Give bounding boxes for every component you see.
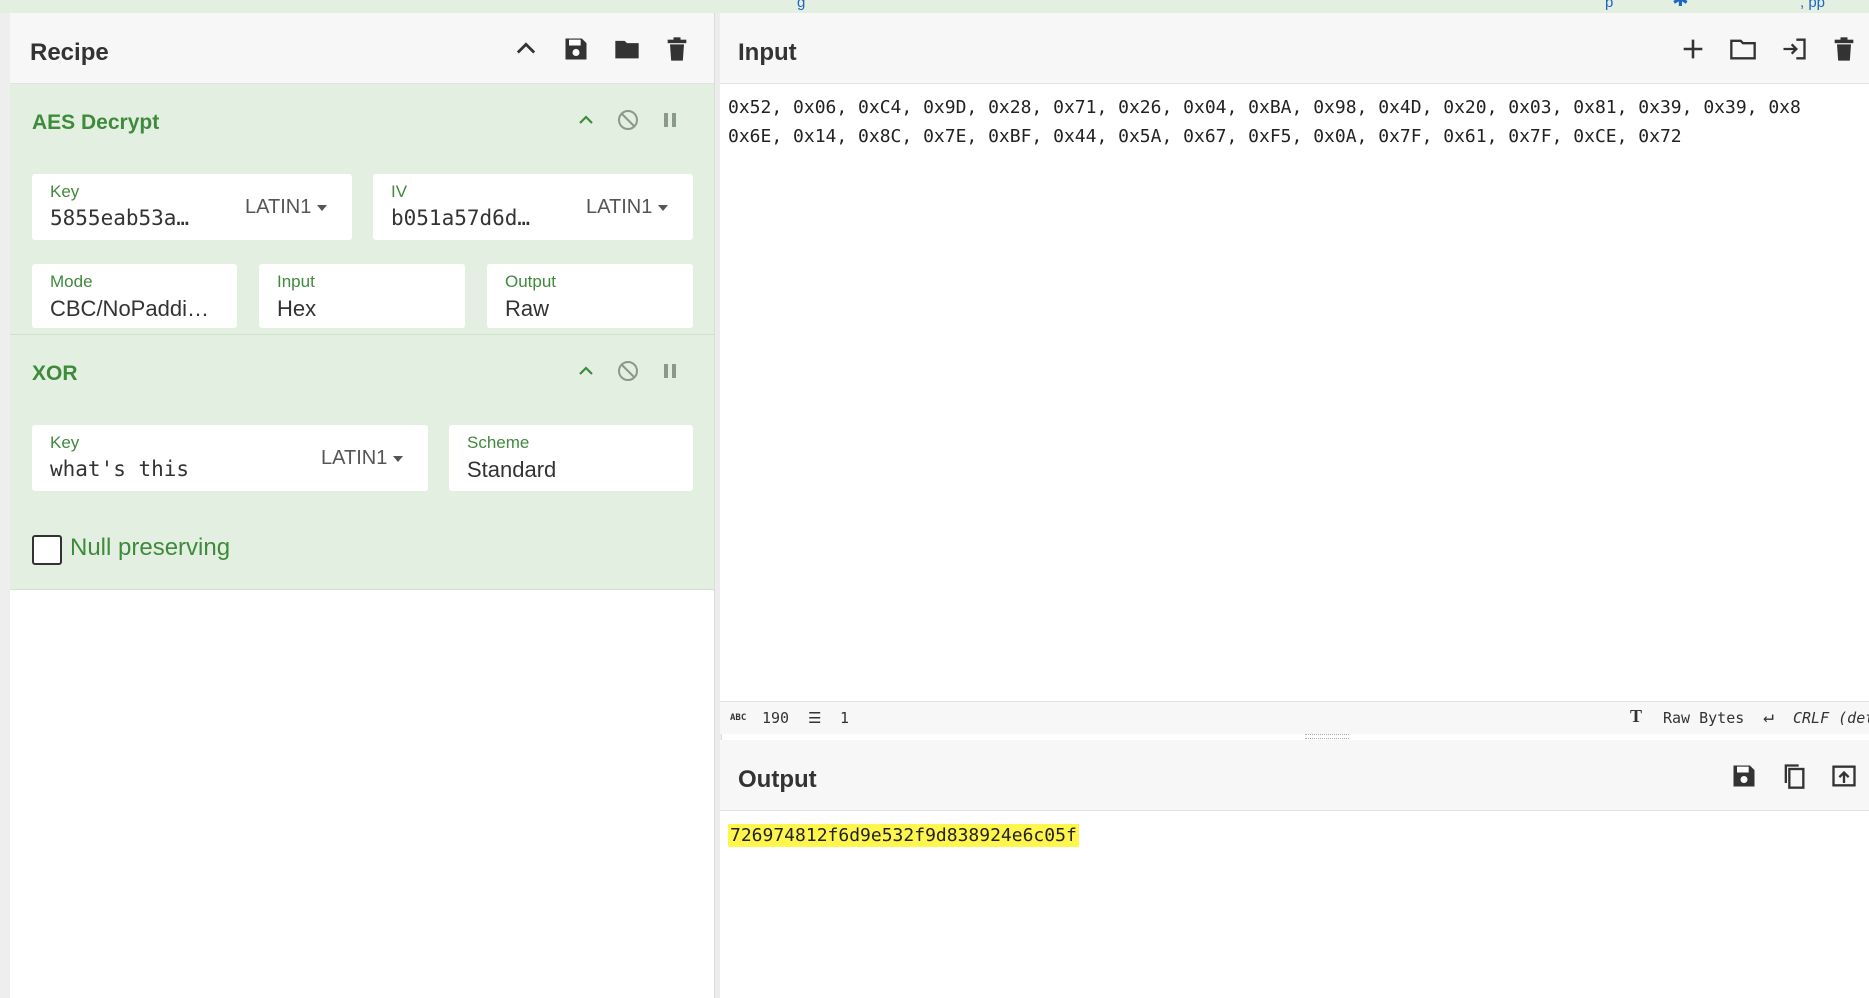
xor-scheme-value[interactable]: Standard xyxy=(467,457,556,483)
field-label: Mode xyxy=(50,272,93,291)
input-textarea[interactable]: 0x52, 0x06, 0xC4, 0x9D, 0x28, 0x71, 0x26… xyxy=(728,93,1869,693)
top-nav-strip: g p ✱ , pp xyxy=(0,0,1869,14)
resize-grip[interactable] xyxy=(1305,734,1349,739)
collapse-icon[interactable] xyxy=(572,106,600,134)
lines-icon: ☰ xyxy=(808,709,822,727)
field-label: Input xyxy=(277,272,315,291)
pause-icon[interactable] xyxy=(656,106,684,134)
input-header: Input xyxy=(720,13,1869,84)
aes-output-field[interactable]: Output Raw xyxy=(487,264,693,328)
null-preserving-checkbox[interactable] xyxy=(32,535,62,565)
null-preserving-label[interactable]: Null preserving xyxy=(70,534,230,562)
lines-value: 1 xyxy=(840,709,850,727)
add-tab-icon[interactable] xyxy=(1677,33,1709,65)
encoding-dropdown[interactable]: LATIN1 xyxy=(321,447,403,470)
xor-scheme-field[interactable]: Scheme Standard xyxy=(449,425,693,491)
trash-icon[interactable] xyxy=(661,33,693,65)
aes-mode-value[interactable]: CBC/NoPaddi… xyxy=(50,296,230,322)
aes-input-value[interactable]: Hex xyxy=(277,296,316,322)
pause-icon[interactable] xyxy=(656,357,684,385)
save-icon[interactable] xyxy=(560,33,592,65)
field-label: Key xyxy=(50,182,80,201)
field-label: Output xyxy=(505,272,557,291)
input-line: 0x52, 0x06, 0xC4, 0x9D, 0x28, 0x71, 0x26… xyxy=(728,97,1801,118)
collapse-icon[interactable] xyxy=(572,357,600,385)
output-text[interactable]: 726974812f6d9e532f9d838924e6c05f xyxy=(728,824,1079,847)
input-status-bar: ABC 190 ☰ 1 T Raw Bytes ↵ CRLF (det xyxy=(720,701,1869,734)
encoding-dropdown[interactable]: LATIN1 xyxy=(245,196,327,219)
aes-key-value[interactable]: 5855eab53a… xyxy=(50,206,200,230)
nav-fragment[interactable]: g xyxy=(797,0,805,11)
text-format-icon[interactable]: T xyxy=(1630,706,1642,727)
encoding-dropdown[interactable]: LATIN1 xyxy=(586,196,668,219)
input-pane: Input 0x52, 0x06, 0xC4, 0x9D, 0x28, 0x71… xyxy=(720,13,1869,733)
aes-input-field[interactable]: Input Hex xyxy=(259,264,465,328)
aes-output-value[interactable]: Raw xyxy=(505,296,549,322)
recipe-title: Recipe xyxy=(30,39,109,66)
field-label: Key xyxy=(50,433,80,452)
xor-key-field[interactable]: Key what's this LATIN1 xyxy=(32,425,428,491)
aes-decrypt-operation: AES Decrypt Key 5855eab53a… LATIN1 IV b0… xyxy=(10,84,714,335)
eol-value[interactable]: CRLF (det xyxy=(1793,709,1869,727)
recipe-pane: Recipe AES Decrypt Key 5855eab53a… LATIN… xyxy=(10,13,714,998)
xor-key-value[interactable]: what's this xyxy=(50,457,189,481)
abc-icon: ABC xyxy=(730,713,747,723)
trash-icon[interactable] xyxy=(1828,33,1860,65)
nav-fragment[interactable]: p xyxy=(1605,0,1613,11)
open-folder-icon[interactable] xyxy=(1727,33,1759,65)
output-title: Output xyxy=(738,766,817,793)
operation-title-aes: AES Decrypt xyxy=(32,111,160,134)
disable-icon[interactable] xyxy=(614,106,642,134)
format-value[interactable]: Raw Bytes xyxy=(1663,709,1744,727)
aes-iv-field[interactable]: IV b051a57d6d… LATIN1 xyxy=(373,174,693,240)
gear-icon[interactable]: ✱ xyxy=(1672,0,1694,10)
recipe-header: Recipe xyxy=(10,13,714,84)
copy-icon[interactable] xyxy=(1778,760,1810,792)
aes-mode-field[interactable]: Mode CBC/NoPaddi… xyxy=(32,264,237,328)
aes-key-field[interactable]: Key 5855eab53a… LATIN1 xyxy=(32,174,352,240)
output-header: Output xyxy=(720,740,1869,811)
field-label: Scheme xyxy=(467,433,530,452)
folder-icon[interactable] xyxy=(611,33,643,65)
field-label: IV xyxy=(391,182,408,201)
input-title: Input xyxy=(738,39,797,66)
disable-icon[interactable] xyxy=(614,357,642,385)
save-icon[interactable] xyxy=(1728,760,1760,792)
nav-fragment[interactable]: , pp xyxy=(1800,0,1825,11)
length-value: 190 xyxy=(762,709,790,727)
output-pane: Output 726974812f6d9e532f9d838924e6c05f xyxy=(720,740,1869,998)
eol-icon[interactable]: ↵ xyxy=(1763,706,1774,727)
operation-title-xor: XOR xyxy=(32,362,78,385)
open-file-icon[interactable] xyxy=(1778,33,1810,65)
replace-input-icon[interactable] xyxy=(1828,760,1860,792)
aes-iv-value[interactable]: b051a57d6d… xyxy=(391,206,541,230)
chevron-up-icon[interactable] xyxy=(510,33,542,65)
input-line: 0x6E, 0x14, 0x8C, 0x7E, 0xBF, 0x44, 0x5A… xyxy=(728,126,1682,147)
